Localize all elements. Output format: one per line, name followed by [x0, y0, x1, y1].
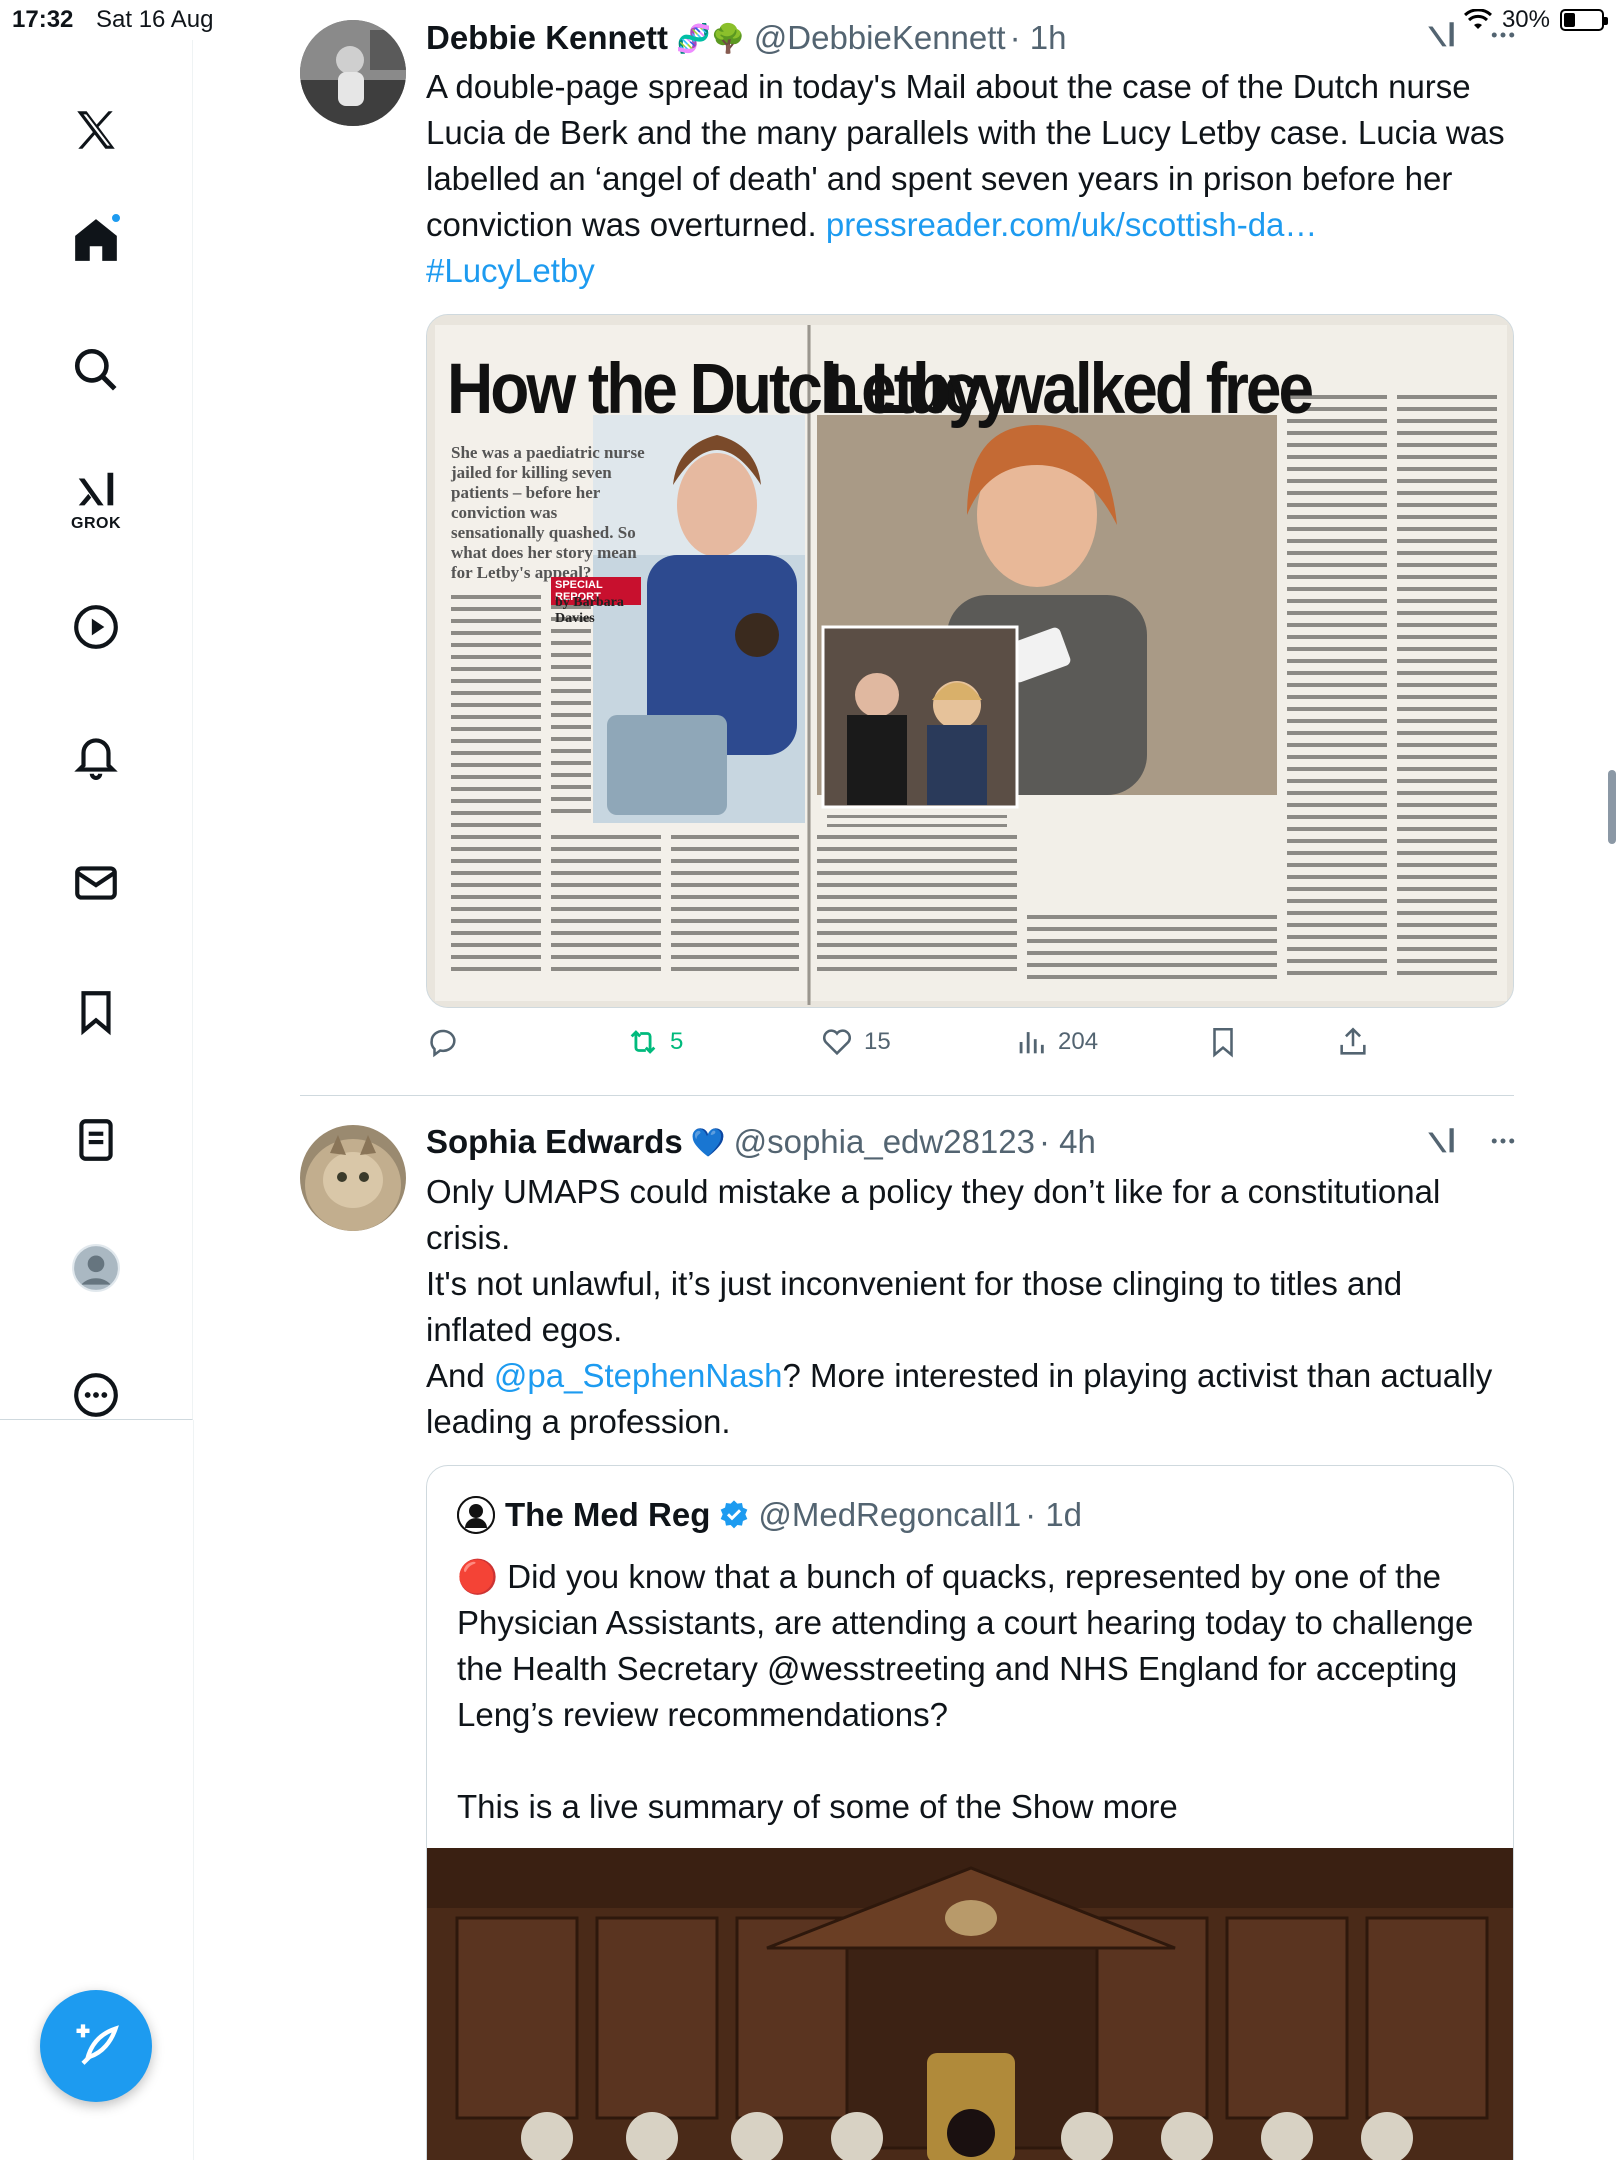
more-options-icon[interactable] — [1488, 20, 1518, 50]
bookmark-button[interactable] — [1206, 1025, 1240, 1059]
notifications-icon[interactable] — [56, 715, 136, 795]
share-button[interactable] — [1336, 1025, 1370, 1059]
compose-icon — [76, 2024, 119, 2065]
show-more-link[interactable]: Show more — [1011, 1788, 1178, 1825]
x-logo-icon[interactable] — [56, 90, 136, 170]
lists-icon[interactable] — [56, 1100, 136, 1180]
tweet-action-bar: 5 15 204 — [426, 1025, 1426, 1075]
timestamp: · 1d — [1025, 1496, 1083, 1533]
reply-button[interactable] — [426, 1025, 460, 1059]
mention-link[interactable]: @pa_StephenNash — [494, 1357, 783, 1394]
handle[interactable]: @sophia_edw28123 — [734, 1123, 1035, 1161]
retweet-count: 5 — [670, 1028, 684, 1055]
timestamp[interactable]: · 4h — [1039, 1123, 1096, 1161]
hashtag[interactable]: #LucyLetby — [426, 252, 595, 289]
views-count: 204 — [1058, 1028, 1099, 1055]
tweet-actions-top — [1424, 18, 1620, 52]
quote-image-courtroom[interactable] — [427, 1848, 1513, 2160]
analytics-icon — [1019, 1032, 1044, 1054]
avatar[interactable] — [300, 20, 406, 126]
tweet-line: And @pa_StephenNash? More interested in … — [426, 1357, 1493, 1440]
tweet-link[interactable]: pressreader.com/uk/scottish-da… — [826, 206, 1318, 243]
grok-icon[interactable]: GROK — [56, 450, 136, 550]
sidebar: GROK — [0, 40, 193, 1420]
quote-text: 🔴 Did you know that a bunch of quacks, r… — [457, 1558, 1474, 1825]
views-button[interactable]: 204 — [1014, 1025, 1098, 1059]
tweet-line: Only UMAPS could mistake a policy they d… — [426, 1173, 1441, 1256]
handle[interactable]: @DebbieKennett — [754, 19, 1006, 57]
display-name: The Med Reg — [505, 1496, 711, 1533]
standfirst: She was a paediatric nurse jailed for ki… — [451, 443, 645, 582]
avatar[interactable] — [300, 1125, 406, 1231]
profile-icon[interactable] — [56, 1228, 136, 1308]
timestamp[interactable]: · 1h — [1010, 19, 1067, 57]
tweet-text: A double-page spread in today's Mail abo… — [426, 64, 1516, 294]
tweet-line: It's not unlawful, it’s just inconvenien… — [426, 1265, 1403, 1348]
status-time: 17:32 — [12, 6, 74, 33]
feed: Debbie Kennett 🧬🌳 @DebbieKennett · 1h A … — [194, 0, 1620, 2160]
display-name[interactable]: Sophia Edwards — [426, 1123, 683, 1161]
messages-icon[interactable] — [56, 843, 136, 923]
courtroom-illustration — [427, 1848, 1513, 2160]
bookmark-icon — [1213, 1027, 1233, 1058]
video-icon[interactable] — [56, 587, 136, 667]
headline-right: Letby walked free — [825, 348, 1314, 429]
notification-dot — [110, 212, 122, 224]
tweet-actions-top — [1424, 1124, 1620, 1158]
red-circle-emoji: 🔴 — [457, 1558, 499, 1595]
scrollbar[interactable] — [1608, 770, 1616, 844]
like-count: 15 — [864, 1028, 891, 1055]
home-icon[interactable] — [56, 200, 136, 280]
compose-button[interactable] — [40, 1990, 152, 2102]
share-icon — [1340, 1027, 1366, 1055]
search-icon[interactable] — [56, 330, 136, 410]
grok-icon[interactable] — [1424, 18, 1458, 52]
tweet-header: Sophia Edwards 💙 @sophia_edw28123 · 4h — [426, 1122, 1096, 1162]
quote-header: The Med Reg @MedRegoncall1 · 1d — [457, 1496, 1082, 1534]
verified-badge-icon — [721, 1500, 748, 1529]
tweet-divider — [300, 1095, 1514, 1096]
tweet-header: Debbie Kennett 🧬🌳 @DebbieKennett · 1h — [426, 18, 1066, 58]
display-name[interactable]: Debbie Kennett — [426, 19, 668, 57]
reply-icon — [430, 1029, 456, 1058]
grok-label: GROK — [71, 515, 121, 532]
name-emoji: 💙 — [690, 1126, 726, 1158]
avatar — [457, 1496, 495, 1534]
more-icon[interactable] — [56, 1355, 136, 1435]
handle: @MedRegoncall1 — [758, 1496, 1022, 1533]
tweet-image-newspaper[interactable]: How the Dutch Lucy Letby walked free She… — [426, 314, 1514, 1008]
grok-icon[interactable] — [1424, 1124, 1458, 1158]
bookmarks-icon[interactable] — [56, 972, 136, 1052]
heart-icon — [822, 1029, 852, 1056]
retweet-icon — [630, 1030, 656, 1054]
tweet-text: Only UMAPS could mistake a policy they d… — [426, 1169, 1516, 1445]
like-button[interactable]: 15 — [820, 1025, 891, 1059]
retweet-button[interactable]: 5 — [626, 1025, 683, 1059]
more-options-icon[interactable] — [1488, 1126, 1518, 1156]
byline: by Barbara Davies — [555, 595, 624, 626]
name-emoji: 🧬🌳 — [676, 22, 746, 54]
quoted-tweet[interactable]: The Med Reg @MedRegoncall1 · 1d 🔴 Did yo… — [426, 1465, 1514, 2160]
